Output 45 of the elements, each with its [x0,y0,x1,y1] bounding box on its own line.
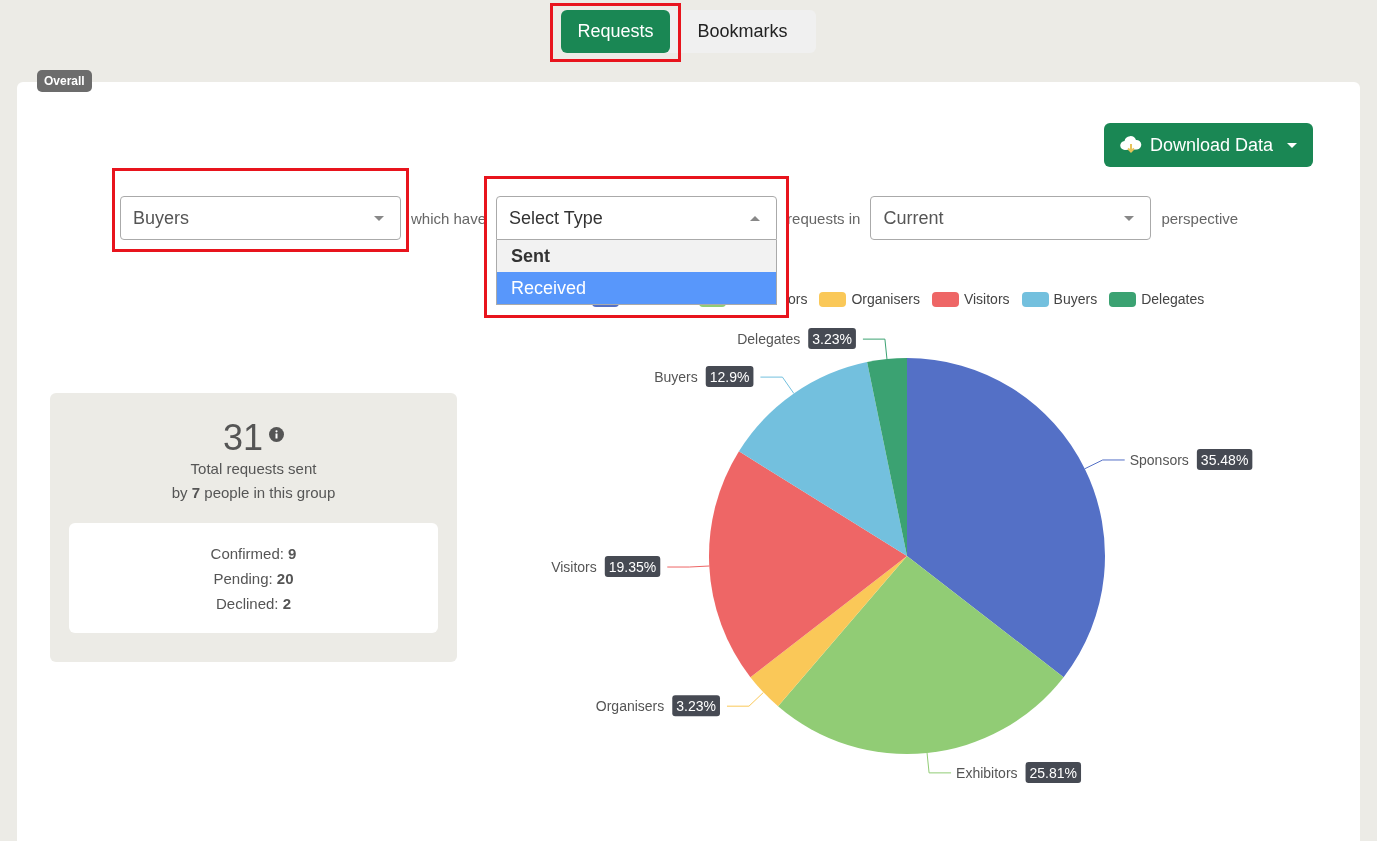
slice-label: Delegates [737,331,801,348]
filter-text: requests in [787,209,861,227]
status-count: Confirmed: 9 [209,544,298,564]
legend-label: Visitors [963,291,1010,307]
status-count: Pending: 20 [212,569,295,589]
slice-label: Exhibitors [956,764,1018,781]
cloud-download-icon [1119,136,1142,154]
tab[interactable]: Requests [561,10,670,53]
legend-label: Buyers [1053,291,1098,307]
filter-text: which have [411,209,487,227]
slice-label: Sponsors [1129,451,1189,468]
total-count: 31 [222,419,263,457]
status-count: Declined: 2 [214,594,292,614]
slice-label: Organisers [595,698,665,715]
leader-line [862,338,888,360]
select-field[interactable]: Select Type [496,196,778,240]
legend-label: ors [788,291,808,307]
leader-line [926,752,952,774]
summary-caption: Total requests sent [189,459,318,479]
select-field[interactable]: Buyers [120,196,401,240]
value-badge: 25.81% [1025,761,1082,783]
value-badge: 19.35% [604,556,661,577]
caret-icon [1124,215,1135,221]
download-button[interactable]: Download Data [1103,123,1313,167]
legend-label: Organisers [851,291,920,307]
value-badge: 12.9% [705,366,754,388]
leader-line [1084,459,1126,470]
value-badge: 35.48% [1196,448,1253,470]
leader-line [666,565,710,568]
summary-subcaption: by 7 people in this group [170,483,337,503]
section-badge: Overall [37,70,92,92]
select-field[interactable]: Current [870,196,1152,240]
filter-text: perspective [1161,209,1239,227]
value-badge: 3.23% [808,328,856,350]
value-badge: 3.23% [672,695,720,717]
caret-icon [1287,142,1297,148]
caret-icon [750,215,761,221]
leader-line [759,376,795,394]
info-icon [269,427,284,442]
caret-icon [374,215,384,221]
slice-label: Buyers [654,369,698,386]
leader-line [726,691,764,707]
dropdown-option[interactable]: Sent [497,240,777,272]
legend-label: Delegates [1141,291,1205,307]
slice-label: Visitors [551,559,597,575]
